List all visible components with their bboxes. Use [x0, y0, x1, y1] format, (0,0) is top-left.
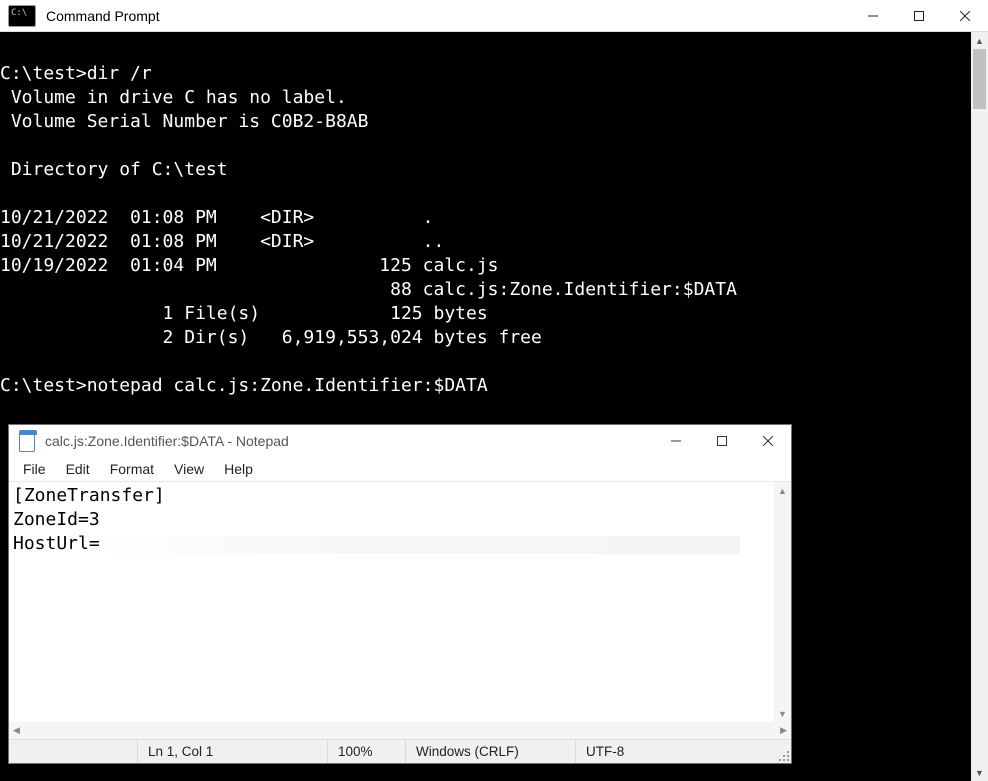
- notepad-title: calc.js:Zone.Identifier:$DATA - Notepad: [45, 433, 289, 449]
- status-cursor-position: Ln 1, Col 1: [137, 740, 327, 763]
- menu-help[interactable]: Help: [214, 459, 263, 479]
- maximize-icon: [914, 11, 924, 21]
- maximize-icon: [717, 436, 727, 446]
- menu-file[interactable]: File: [13, 459, 56, 479]
- cmd-titlebar[interactable]: Command Prompt: [0, 0, 988, 32]
- notepad-vertical-scrollbar[interactable]: ▲ ▼: [774, 482, 791, 722]
- scroll-up-button[interactable]: ▲: [774, 482, 791, 499]
- notepad-window: calc.js:Zone.Identifier:$DATA - Notepad …: [8, 424, 792, 764]
- status-line-ending: Windows (CRLF): [405, 740, 575, 763]
- notepad-statusbar: Ln 1, Col 1 100% Windows (CRLF) UTF-8: [9, 739, 791, 763]
- notepad-maximize-button[interactable]: [699, 425, 745, 457]
- resize-grip[interactable]: [773, 745, 791, 763]
- cmd-minimize-button[interactable]: [850, 0, 896, 31]
- close-icon: [960, 11, 970, 21]
- close-icon: [763, 436, 773, 446]
- minimize-icon: [868, 11, 878, 21]
- cmd-close-button[interactable]: [942, 0, 988, 31]
- scroll-up-button[interactable]: ▲: [971, 32, 988, 49]
- scroll-down-button[interactable]: ▼: [774, 705, 791, 722]
- minimize-icon: [671, 436, 681, 446]
- notepad-minimize-button[interactable]: [653, 425, 699, 457]
- menu-format[interactable]: Format: [100, 459, 164, 479]
- notepad-close-button[interactable]: [745, 425, 791, 457]
- notepad-titlebar[interactable]: calc.js:Zone.Identifier:$DATA - Notepad: [9, 425, 791, 457]
- menu-edit[interactable]: Edit: [56, 459, 100, 479]
- scroll-right-button[interactable]: ▶: [780, 725, 787, 736]
- status-zoom: 100%: [327, 740, 405, 763]
- redacted-value: [100, 536, 740, 554]
- cmd-maximize-button[interactable]: [896, 0, 942, 31]
- notepad-app-icon: [19, 430, 37, 452]
- cmd-scroll-thumb[interactable]: [973, 49, 986, 109]
- menu-view[interactable]: View: [164, 459, 214, 479]
- cmd-title: Command Prompt: [46, 8, 160, 24]
- cmd-scrollbar[interactable]: ▲ ▼: [971, 32, 988, 781]
- notepad-menubar: File Edit Format View Help: [9, 457, 791, 481]
- notepad-horizontal-scrollbar[interactable]: ◀ ▶: [9, 722, 791, 739]
- scroll-down-button[interactable]: ▼: [971, 764, 988, 781]
- notepad-text-area[interactable]: [ZoneTransfer] ZoneId=3 HostUrl=: [9, 482, 774, 722]
- scroll-left-button[interactable]: ◀: [13, 725, 20, 736]
- status-encoding: UTF-8: [575, 740, 773, 763]
- cmd-app-icon: [8, 5, 36, 27]
